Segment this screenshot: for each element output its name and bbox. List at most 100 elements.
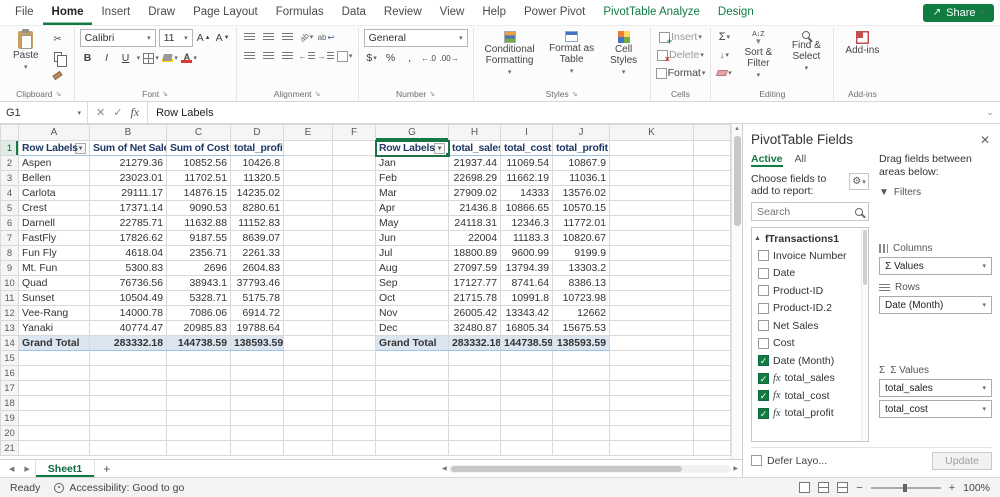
cell-F9[interactable]	[332, 260, 376, 276]
menu-tab-view[interactable]: View	[431, 0, 474, 25]
cell-G19[interactable]	[375, 410, 449, 426]
cell-J10[interactable]: 8386.13	[552, 275, 610, 291]
cell-A19[interactable]	[18, 410, 90, 426]
scroll-left-icon[interactable]: ◀	[442, 465, 447, 472]
cell-E12[interactable]	[283, 305, 333, 321]
cell-G20[interactable]	[375, 425, 449, 441]
cell-A5[interactable]: Crest	[18, 200, 90, 216]
cell-G13[interactable]: Dec	[375, 320, 449, 336]
cell-J18[interactable]	[552, 395, 610, 411]
cell-I19[interactable]	[500, 410, 553, 426]
cell-I4[interactable]: 14333	[500, 185, 553, 201]
add-sheet-button[interactable]: +	[95, 462, 118, 476]
cell-J12[interactable]: 12662	[552, 305, 610, 321]
row-header-1[interactable]: 1	[0, 140, 19, 156]
zoom-level[interactable]: 100%	[963, 482, 990, 494]
row-header-2[interactable]: 2	[0, 155, 19, 171]
field-item-invoice-number[interactable]: Invoice Number	[754, 247, 860, 265]
cell-E16[interactable]	[283, 365, 333, 381]
menu-tab-power-pivot[interactable]: Power Pivot	[515, 0, 594, 25]
cell-I14[interactable]: 144738.59	[500, 335, 553, 351]
cell-B19[interactable]	[89, 410, 167, 426]
horizontal-scrollbar[interactable]: ◀ ▶	[442, 464, 738, 474]
cell-F20[interactable]	[332, 425, 376, 441]
field-item-date[interactable]: Date	[754, 265, 860, 283]
page-break-view-icon[interactable]	[837, 482, 849, 493]
cell-K2[interactable]	[609, 155, 694, 171]
cell-I2[interactable]: 11069.54	[500, 155, 553, 171]
cell-B11[interactable]: 10504.49	[89, 290, 167, 306]
cell-C7[interactable]: 9187.55	[166, 230, 231, 246]
cell-C3[interactable]: 11702.51	[166, 170, 231, 186]
cell-J2[interactable]: 10867.9	[552, 155, 610, 171]
cell-C2[interactable]: 10852.56	[166, 155, 231, 171]
cell-G7[interactable]: Jun	[375, 230, 449, 246]
cell-H20[interactable]	[448, 425, 501, 441]
row-header-12[interactable]: 12	[0, 305, 19, 321]
field-checkbox[interactable]: ✓	[758, 390, 769, 402]
menu-tab-help[interactable]: Help	[473, 0, 515, 25]
cell-F18[interactable]	[332, 395, 376, 411]
field-checkbox[interactable]	[758, 302, 769, 314]
cell-A2[interactable]: Aspen	[18, 155, 90, 171]
row-header-7[interactable]: 7	[0, 230, 19, 246]
cell-K14[interactable]	[609, 335, 694, 351]
align-middle-button[interactable]	[261, 29, 277, 45]
cell-G9[interactable]: Aug	[375, 260, 449, 276]
cell-A15[interactable]	[18, 350, 90, 366]
cell-E18[interactable]	[283, 395, 333, 411]
cell-B6[interactable]: 22785.71	[89, 215, 167, 231]
cell-I18[interactable]	[500, 395, 553, 411]
row-header-18[interactable]: 18	[0, 395, 19, 411]
align-top-button[interactable]	[242, 29, 258, 45]
row-header-14[interactable]: 14	[0, 335, 19, 351]
close-icon[interactable]: ✕	[978, 133, 992, 147]
cell-I20[interactable]	[500, 425, 553, 441]
cell-E10[interactable]	[283, 275, 333, 291]
cell-K21[interactable]	[609, 440, 694, 456]
grow-font-button[interactable]: A ▲	[196, 30, 212, 46]
field-item-net-sales[interactable]: Net Sales	[754, 317, 860, 335]
cell-A4[interactable]: Carlota	[18, 185, 90, 201]
cell-J7[interactable]: 10820.67	[552, 230, 610, 246]
align-right-button[interactable]	[280, 48, 296, 64]
cell-G10[interactable]: Sep	[375, 275, 449, 291]
dialog-launcher-icon[interactable]: ⇘	[56, 90, 62, 98]
cell-H21[interactable]	[448, 440, 501, 456]
cell-A9[interactable]: Mt. Fun	[18, 260, 90, 276]
cell-A11[interactable]: Sunset	[18, 290, 90, 306]
drop-zone-filters[interactable]	[879, 198, 992, 236]
cell-H1[interactable]: total_sales	[448, 140, 501, 156]
update-button[interactable]: Update	[932, 451, 992, 470]
search-input[interactable]	[757, 205, 855, 218]
row-header-9[interactable]: 9	[0, 260, 19, 276]
cell-E15[interactable]	[283, 350, 333, 366]
cell-K19[interactable]	[609, 410, 694, 426]
cell-H18[interactable]	[448, 395, 501, 411]
cell-H8[interactable]: 18800.89	[448, 245, 501, 261]
cell-I9[interactable]: 13794.39	[500, 260, 553, 276]
cell-G17[interactable]	[375, 380, 449, 396]
cell-F4[interactable]	[332, 185, 376, 201]
field-checkbox[interactable]	[758, 250, 769, 262]
cell-K10[interactable]	[609, 275, 694, 291]
field-item-product-id-2[interactable]: Product-ID.2	[754, 300, 860, 318]
cell-G1[interactable]: ▼ Row Labels	[374, 139, 450, 157]
accounting-format-button[interactable]: $ ▾	[364, 50, 380, 66]
cell-I13[interactable]: 16805.34	[500, 320, 553, 336]
cell-I5[interactable]: 10866.65	[500, 200, 553, 216]
field-item-total-sales[interactable]: ✓ fx total_sales	[754, 370, 860, 388]
area-field-total-sales[interactable]: total_sales ▾	[879, 379, 992, 397]
cell-D4[interactable]: 14235.02	[230, 185, 284, 201]
dialog-launcher-icon[interactable]: ⇘	[162, 90, 168, 98]
cell-C20[interactable]	[166, 425, 231, 441]
shrink-font-button[interactable]: A ▼	[215, 30, 231, 46]
conditional-formatting-button[interactable]: Conditional Formatting ▾	[479, 29, 541, 80]
cell-styles-button[interactable]: Cell Styles ▾	[603, 29, 645, 80]
cell-K5[interactable]	[609, 200, 694, 216]
cell-K9[interactable]	[609, 260, 694, 276]
cell-K8[interactable]	[609, 245, 694, 261]
cell-H13[interactable]: 32480.87	[448, 320, 501, 336]
cell-G16[interactable]	[375, 365, 449, 381]
cell-C19[interactable]	[166, 410, 231, 426]
